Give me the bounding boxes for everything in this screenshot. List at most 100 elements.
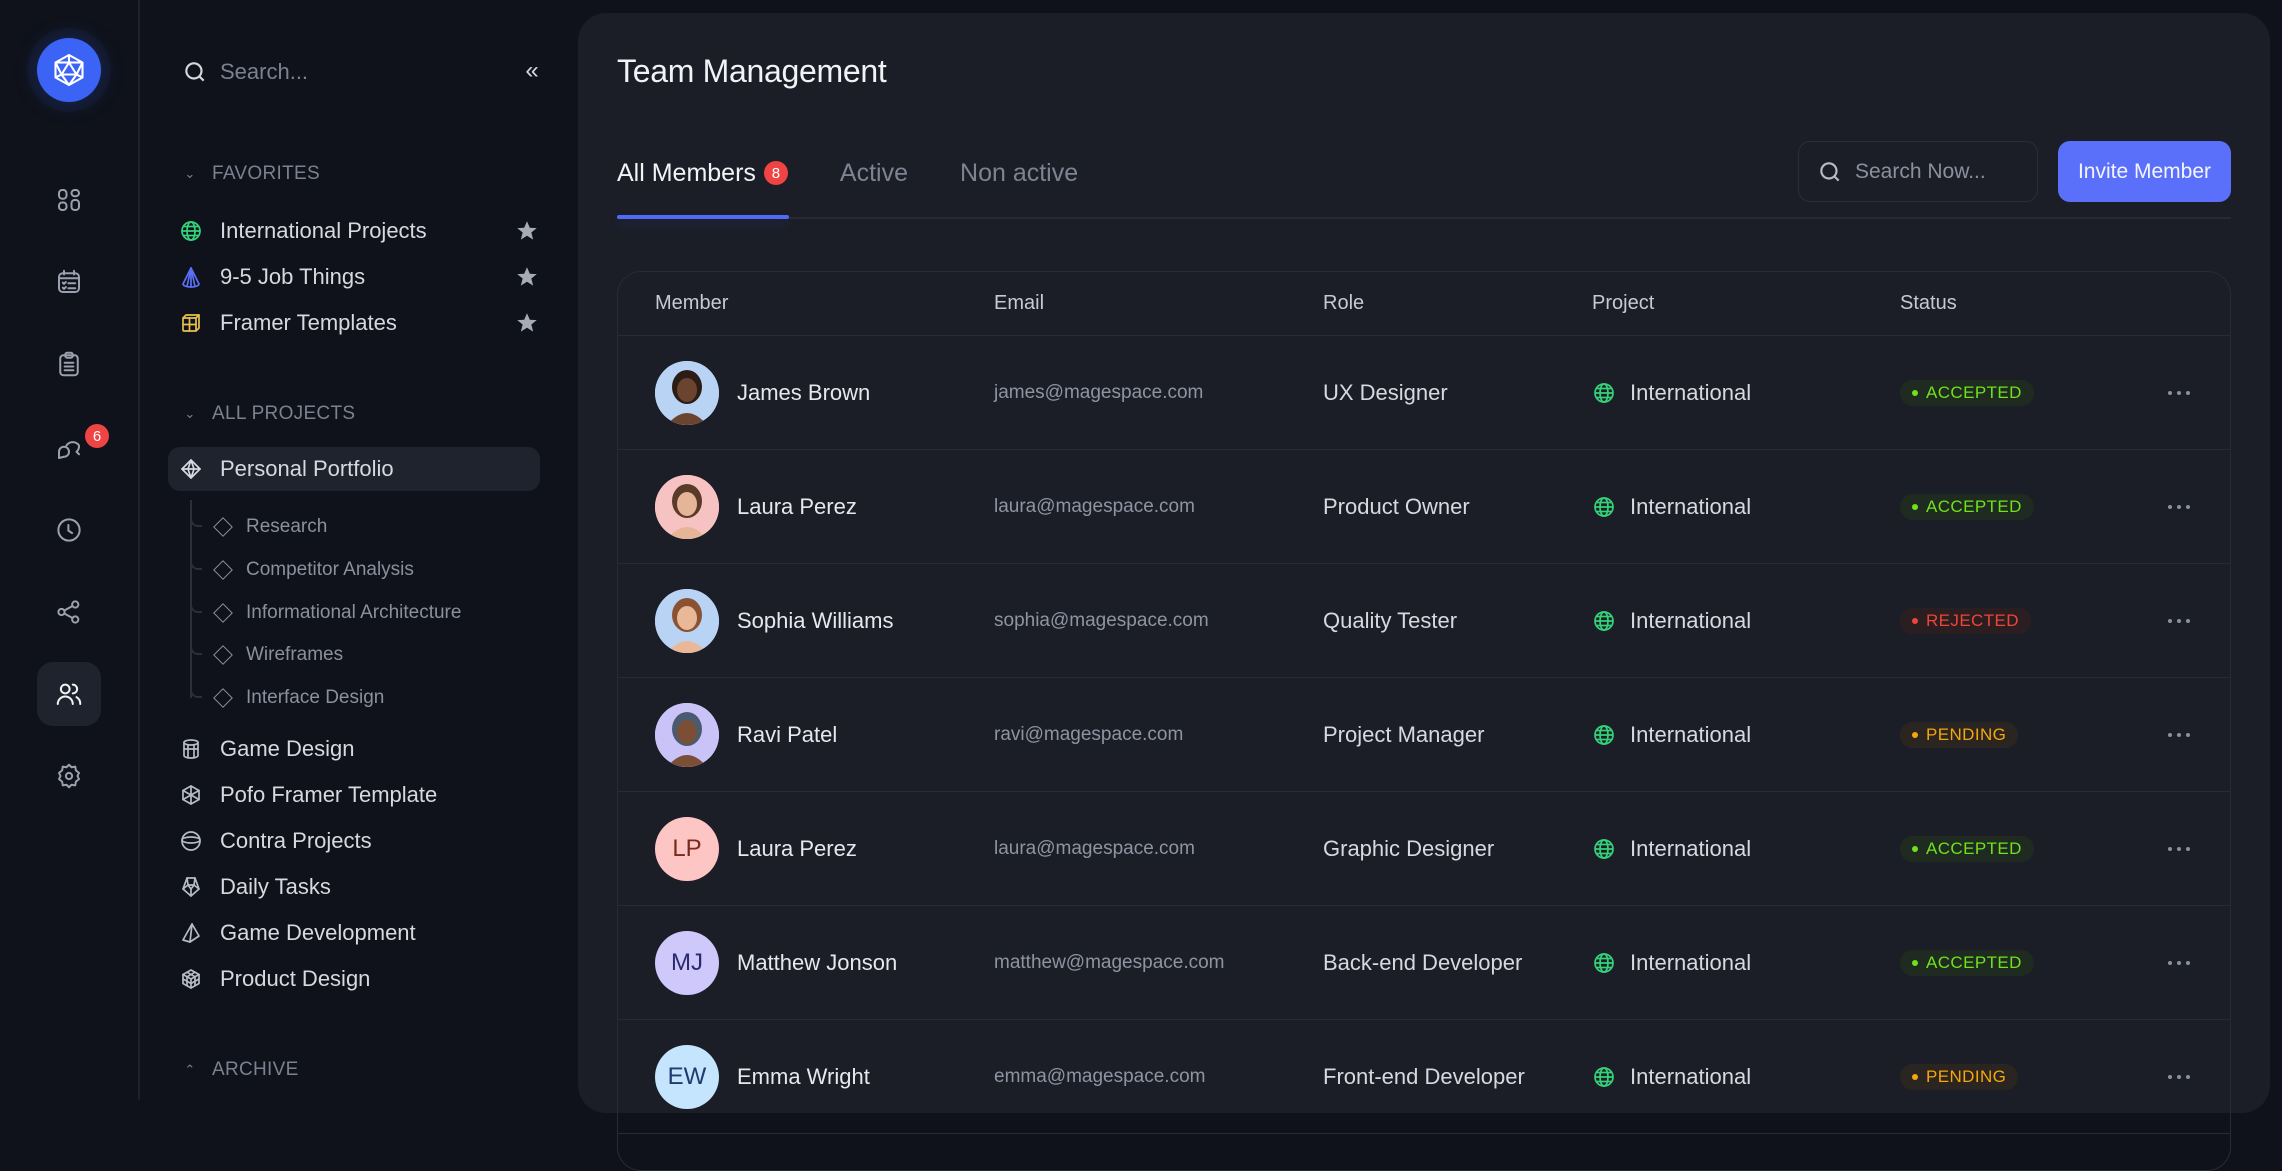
- status-cell: ACCEPTED: [1900, 336, 2034, 450]
- favorite-item-international-projects[interactable]: International Projects: [168, 209, 540, 253]
- member-project[interactable]: International: [1592, 906, 1751, 1020]
- member-role: Project Manager: [1323, 722, 1485, 747]
- member-email[interactable]: ravi@magespace.com: [994, 678, 1183, 792]
- dot: [2186, 619, 2190, 623]
- grid-cube-icon: [182, 969, 200, 989]
- table-row[interactable]: Sophia Williams sophia@magespace.com Qua…: [618, 564, 2230, 678]
- table-header: Member Email Role Project Status: [618, 272, 2230, 336]
- member-name[interactable]: James Brown: [737, 380, 870, 406]
- collapse-sidebar-button[interactable]: «: [517, 56, 547, 86]
- member-email[interactable]: sophia@magespace.com: [994, 564, 1209, 678]
- rail-share-button[interactable]: [37, 580, 101, 644]
- globe-icon: [181, 221, 201, 241]
- column-header-status[interactable]: Status: [1900, 292, 1957, 315]
- rail-clipboard-button[interactable]: [37, 332, 101, 396]
- member-name[interactable]: Laura Perez: [737, 494, 857, 520]
- rail-calendar-button[interactable]: [37, 250, 101, 314]
- favorite-item-framer-templates[interactable]: Framer Templates: [168, 301, 540, 345]
- member-tabs: All Members 8 Active Non active: [617, 153, 1130, 193]
- project-item-daily-tasks[interactable]: Daily Tasks: [168, 865, 540, 909]
- sidebar-search[interactable]: [182, 55, 472, 89]
- table-row[interactable]: Ravi Patel ravi@magespace.com Project Ma…: [618, 678, 2230, 792]
- member-project[interactable]: International: [1592, 564, 1751, 678]
- column-header-email[interactable]: Email: [994, 292, 1044, 315]
- table-row[interactable]: Laura Perez laura@magespace.com Product …: [618, 450, 2230, 564]
- tab-non-active[interactable]: Non active: [960, 153, 1078, 193]
- rail-history-button[interactable]: [37, 498, 101, 562]
- table-row[interactable]: EW Emma Wright emma@magespace.com Front-…: [618, 1020, 2230, 1134]
- rail-team-button[interactable]: [37, 662, 101, 726]
- member-email[interactable]: james@magespace.com: [994, 336, 1203, 450]
- member-email[interactable]: emma@magespace.com: [994, 1020, 1205, 1134]
- member-project[interactable]: International: [1592, 336, 1751, 450]
- member-name[interactable]: Emma Wright: [737, 1064, 870, 1090]
- table-row[interactable]: LP Laura Perez laura@magespace.com Graph…: [618, 792, 2230, 906]
- column-header-project[interactable]: Project: [1592, 292, 1654, 315]
- project-label: Game Design: [220, 736, 355, 761]
- project-label: Product Design: [220, 966, 371, 991]
- member-email[interactable]: laura@magespace.com: [994, 450, 1195, 564]
- dot: [2177, 505, 2181, 509]
- member-project[interactable]: International: [1592, 450, 1751, 564]
- table-row[interactable]: MJ Matthew Jonson matthew@magespace.com …: [618, 906, 2230, 1020]
- member-email[interactable]: matthew@magespace.com: [994, 906, 1225, 1020]
- member-name[interactable]: Matthew Jonson: [737, 950, 897, 976]
- status-label: REJECTED: [1926, 611, 2019, 630]
- search-icon: [1820, 161, 1840, 181]
- row-more-actions-button[interactable]: [2161, 838, 2197, 860]
- member-name[interactable]: Sophia Williams: [737, 608, 894, 634]
- avatar-initials: EW: [667, 1063, 707, 1090]
- project-item-game-development[interactable]: Game Development: [168, 911, 540, 955]
- member-name[interactable]: Ravi Patel: [737, 722, 837, 748]
- all-projects-section-toggle[interactable]: ⌄ ALL PROJECTS: [182, 403, 355, 425]
- rail-messages-button[interactable]: 6: [37, 416, 109, 480]
- project-item-product-design[interactable]: Product Design: [168, 957, 540, 1001]
- member-project[interactable]: International: [1592, 678, 1751, 792]
- column-header-role[interactable]: Role: [1323, 292, 1364, 315]
- subitem-wireframes[interactable]: Wireframes: [190, 640, 343, 670]
- table-row[interactable]: James Brown james@magespace.com UX Desig…: [618, 336, 2230, 450]
- column-header-member[interactable]: Member: [655, 292, 728, 315]
- project-item-pofo-framer-template[interactable]: Pofo Framer Template: [168, 773, 540, 817]
- member-email[interactable]: laura@magespace.com: [994, 792, 1195, 906]
- member-role: Front-end Developer: [1323, 1064, 1525, 1089]
- tab-active[interactable]: Active: [840, 153, 908, 193]
- invite-member-button[interactable]: Invite Member: [2058, 141, 2231, 202]
- member-search[interactable]: [1798, 141, 2038, 202]
- dot: [2177, 733, 2181, 737]
- favorites-section-toggle[interactable]: ⌄ FAVORITES: [182, 163, 320, 185]
- rail-settings-button[interactable]: [37, 744, 101, 808]
- status-badge: REJECTED: [1900, 608, 2031, 634]
- subitem-informational-architecture[interactable]: Informational Architecture: [190, 598, 461, 628]
- star-icon[interactable]: [514, 310, 540, 336]
- project-item-game-design[interactable]: Game Design: [168, 727, 540, 771]
- archive-section-toggle[interactable]: ⌃ ARCHIVE: [182, 1059, 299, 1081]
- member-search-input[interactable]: [1855, 159, 2025, 184]
- star-icon[interactable]: [514, 218, 540, 244]
- project-item-personal-portfolio[interactable]: Personal Portfolio: [168, 447, 540, 491]
- subitem-competitor-analysis[interactable]: Competitor Analysis: [190, 555, 414, 585]
- row-more-actions-button[interactable]: [2161, 1066, 2197, 1088]
- avatar: LP: [655, 817, 719, 881]
- row-more-actions-button[interactable]: [2161, 610, 2197, 632]
- projects-sidebar: « ⌄ FAVORITES International Projects 9-5…: [142, 0, 576, 1100]
- row-more-actions-button[interactable]: [2161, 382, 2197, 404]
- pyramid-icon: [182, 923, 200, 943]
- star-icon[interactable]: [514, 264, 540, 290]
- rail-dashboard-button[interactable]: [37, 168, 101, 232]
- favorite-item-9-5-job-things[interactable]: 9-5 Job Things: [168, 255, 540, 299]
- subitem-interface-design[interactable]: Interface Design: [190, 683, 384, 713]
- member-project[interactable]: International: [1592, 1020, 1751, 1134]
- subitem-research[interactable]: Research: [190, 512, 327, 542]
- project-item-contra-projects[interactable]: Contra Projects: [168, 819, 540, 863]
- row-more-actions-button[interactable]: [2161, 496, 2197, 518]
- sidebar-search-input[interactable]: [220, 59, 460, 85]
- row-more-actions-button[interactable]: [2161, 952, 2197, 974]
- chevron-up-icon: ⌃: [184, 1062, 196, 1077]
- member-project[interactable]: International: [1592, 792, 1751, 906]
- row-more-actions-button[interactable]: [2161, 724, 2197, 746]
- app-logo[interactable]: [37, 38, 101, 102]
- member-name[interactable]: Laura Perez: [737, 836, 857, 862]
- tab-all-members[interactable]: All Members 8: [617, 153, 788, 193]
- status-label: ACCEPTED: [1926, 839, 2022, 858]
